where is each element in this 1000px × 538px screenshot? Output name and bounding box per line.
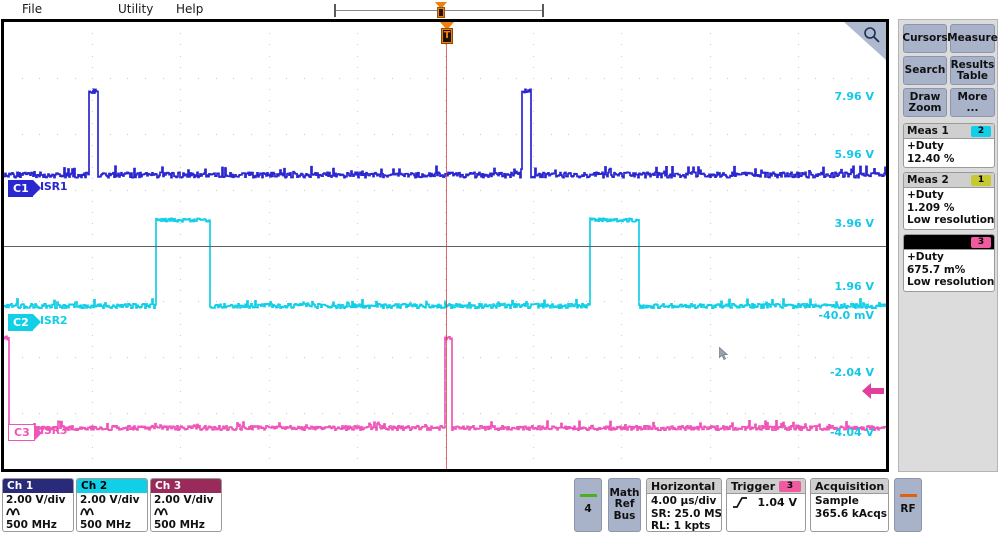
channel-control-ch2-header: Ch 2 bbox=[77, 479, 147, 493]
cursors-button[interactable]: Cursors bbox=[903, 24, 947, 53]
channel-badge-c3-text: C3 bbox=[14, 424, 30, 441]
channel-control-ch3-bandwidth: 500 MHz bbox=[154, 519, 218, 532]
channel-4-label: 4 bbox=[584, 504, 591, 516]
channel-control-ch1[interactable]: Ch 1 2.00 V/div 500 MHz bbox=[2, 478, 74, 532]
measurement-3-source-chip: 3 bbox=[971, 237, 991, 248]
overview-right-cap bbox=[542, 4, 544, 17]
measurement-1-title: Meas 1 bbox=[907, 124, 949, 139]
channel-control-ch2-scale: 2.00 V/div bbox=[80, 494, 144, 507]
voltage-readout-0: 7.96 V bbox=[804, 90, 874, 103]
rf-button[interactable]: RF bbox=[894, 478, 922, 532]
measurement-1-value: 12.40 % bbox=[907, 153, 991, 166]
measure-button[interactable]: Measure bbox=[950, 24, 995, 53]
measurement-2-source-chip: 1 bbox=[971, 175, 991, 186]
magnifier-icon bbox=[863, 26, 881, 44]
voltage-readout-1: 5.96 V bbox=[804, 148, 874, 161]
horizontal-panel[interactable]: Horizontal 4.00 µs/div SR: 25.0 MS/s RL:… bbox=[646, 478, 722, 532]
channel-control-ch1-bandwidth: 500 MHz bbox=[6, 519, 70, 532]
channel-4-color-indicator bbox=[580, 494, 597, 497]
overview-left-cap bbox=[334, 4, 336, 17]
acquisition-count: 365.6 kAcqs bbox=[815, 508, 884, 521]
overview-trigger-marker[interactable] bbox=[435, 2, 447, 18]
measurement-3-note: Low resolution bbox=[907, 276, 991, 289]
channel-label-isr3: ISR3 bbox=[40, 424, 67, 437]
acquisition-panel[interactable]: Acquisition Sample 365.6 kAcqs bbox=[810, 478, 889, 532]
channel-control-ch2-bandwidth: 500 MHz bbox=[80, 519, 144, 532]
measurement-1-header: Meas 1 2 bbox=[904, 124, 994, 139]
horizontal-title: Horizontal bbox=[651, 479, 715, 494]
rising-edge-icon bbox=[732, 496, 748, 509]
measurement-badge-1[interactable]: Meas 1 2 +Duty 12.40 % bbox=[903, 123, 995, 168]
channel-control-ch3[interactable]: Ch 3 2.00 V/div 500 MHz bbox=[150, 478, 222, 532]
rf-label: RF bbox=[900, 504, 915, 516]
measurement-badge-2[interactable]: Meas 2 1 +Duty 1.209 % Low resolution bbox=[903, 172, 995, 230]
measurement-2-title: Meas 2 bbox=[907, 173, 949, 188]
zoom-corner-button[interactable] bbox=[844, 22, 886, 60]
ac-coupling-icon bbox=[80, 507, 144, 519]
measurement-2-header: Meas 2 1 bbox=[904, 173, 994, 188]
ac-coupling-icon bbox=[6, 507, 70, 519]
channel-badge-c1-text: C1 bbox=[13, 180, 29, 197]
channel-control-ch1-header: Ch 1 bbox=[3, 479, 73, 493]
trigger-position-marker[interactable]: T bbox=[440, 22, 454, 44]
oscilloscope-screen: File Utility Help T bbox=[0, 0, 1000, 538]
overview-trigger-box bbox=[437, 7, 445, 18]
acquisition-mode: Sample bbox=[815, 495, 884, 508]
channel-control-ch3-scale: 2.00 V/div bbox=[154, 494, 218, 507]
menu-item-help[interactable]: Help bbox=[176, 1, 203, 17]
more-button[interactable]: More ... bbox=[950, 88, 995, 117]
trigger-t-box: T bbox=[441, 28, 453, 44]
channel-4-button[interactable]: 4 bbox=[574, 478, 602, 532]
results-table-button[interactable]: Results Table bbox=[950, 56, 995, 85]
channel-badge-c2[interactable]: C2 bbox=[8, 314, 33, 331]
measurement-badge-3[interactable]: 3 +Duty 675.7 m% Low resolution bbox=[903, 234, 995, 292]
horizontal-scale: 4.00 µs/div bbox=[651, 495, 717, 508]
menu-item-utility[interactable]: Utility bbox=[118, 1, 153, 17]
channel-control-ch3-header: Ch 3 bbox=[151, 479, 221, 493]
mouse-cursor-icon bbox=[719, 347, 728, 360]
voltage-readout-6: -4.04 V bbox=[804, 426, 874, 439]
measurement-1-source-chip: 2 bbox=[971, 126, 991, 137]
trigger-panel[interactable]: Trigger 3 1.04 V bbox=[726, 478, 806, 532]
trigger-source-chip: 3 bbox=[779, 481, 801, 492]
channel-label-isr2: ISR2 bbox=[40, 314, 67, 327]
acquisition-title: Acquisition bbox=[815, 479, 884, 494]
trigger-t-label: T bbox=[443, 30, 451, 42]
bottom-control-bar: Ch 1 2.00 V/div 500 MHz Ch 2 2.00 V/div … bbox=[0, 474, 1000, 538]
measurement-2-type: +Duty bbox=[907, 189, 991, 202]
trigger-title: Trigger bbox=[731, 479, 775, 494]
measurement-3-type: +Duty bbox=[907, 251, 991, 264]
voltage-readout-4: -40.0 mV bbox=[804, 309, 874, 322]
channel-badge-c1[interactable]: C1 bbox=[8, 180, 33, 197]
measurement-3-header: 3 bbox=[904, 235, 994, 250]
voltage-readout-5: -2.04 V bbox=[804, 366, 874, 379]
bus-label: Bus bbox=[614, 511, 636, 523]
measurement-2-note: Low resolution bbox=[907, 214, 991, 227]
math-ref-bus-button[interactable]: Math Ref Bus bbox=[608, 478, 641, 532]
right-control-panel: Cursors Measure Search Results Table Dra… bbox=[898, 19, 998, 472]
voltage-readout-2: 3.96 V bbox=[804, 217, 874, 230]
menu-item-file[interactable]: File bbox=[22, 1, 42, 17]
waveform-graticule[interactable]: T C1 ISR1 C2 ISR2 C3 bbox=[1, 19, 889, 472]
ac-coupling-icon bbox=[154, 507, 218, 519]
measurement-1-type: +Duty bbox=[907, 140, 991, 153]
channel-badge-c2-text: C2 bbox=[13, 314, 29, 331]
search-button[interactable]: Search bbox=[903, 56, 947, 85]
channel-label-isr1: ISR1 bbox=[40, 180, 67, 193]
channel-control-ch2[interactable]: Ch 2 2.00 V/div 500 MHz bbox=[76, 478, 148, 532]
channel-control-ch1-scale: 2.00 V/div bbox=[6, 494, 70, 507]
measurement-2-value: 1.209 % bbox=[907, 202, 991, 215]
horizontal-sample-rate: SR: 25.0 MS/s bbox=[651, 508, 717, 521]
channel-3-reference-arrow-icon[interactable] bbox=[862, 383, 884, 399]
draw-zoom-button[interactable]: Draw Zoom bbox=[903, 88, 947, 117]
graticule-inner bbox=[4, 22, 886, 469]
horizontal-record-length: RL: 1 kpts bbox=[651, 520, 717, 532]
channel-badge-c3[interactable]: C3 bbox=[8, 424, 35, 441]
record-overview-bar[interactable] bbox=[332, 2, 548, 18]
trigger-level: 1.04 V bbox=[758, 495, 797, 511]
voltage-readout-3: 1.96 V bbox=[804, 280, 874, 293]
rf-color-indicator bbox=[900, 494, 917, 497]
measurement-3-value: 675.7 m% bbox=[907, 264, 991, 277]
